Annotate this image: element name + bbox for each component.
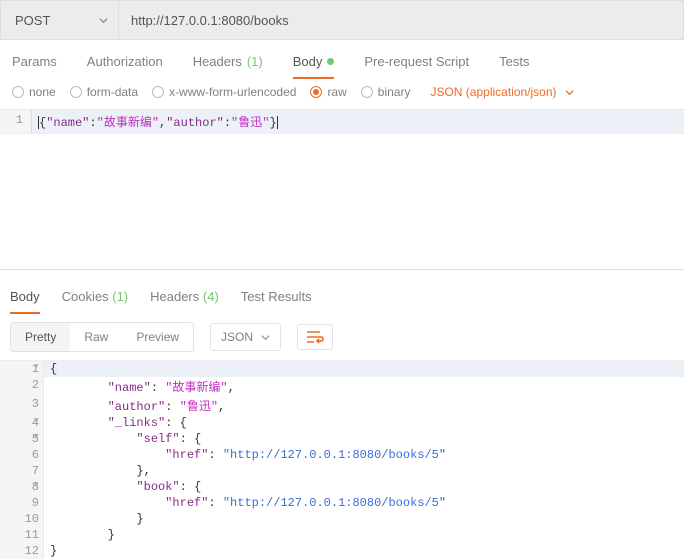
code-content: }, [44,463,684,479]
line-number: 10 [0,511,44,527]
wrap-lines-button[interactable] [297,324,333,350]
view-raw[interactable]: Raw [70,323,122,351]
view-preview[interactable]: Preview [122,323,193,351]
response-line: 12} [0,543,684,559]
chevron-down-icon [99,16,108,25]
response-line: 8▾ "book": { [0,479,684,495]
body-type-row: none form-data x-www-form-urlencoded raw… [0,79,684,109]
request-url-input[interactable]: http://127.0.0.1:8080/books [119,1,683,39]
view-pretty[interactable]: Pretty [11,323,70,351]
format-value: JSON [221,330,253,344]
text-cursor-icon [277,116,278,129]
code-content: {"name":"故事新编","author":"鲁迅"} [32,110,684,133]
code-content: } [44,511,684,527]
chevron-down-icon [261,333,270,342]
http-method-value: POST [15,13,50,28]
response-line: 9 "href": "http://127.0.0.1:8080/books/5… [0,495,684,511]
code-content: } [44,543,684,559]
line-number: 7 [0,463,44,479]
response-line: 5▾ "self": { [0,431,684,447]
line-number: 1 [0,110,32,133]
format-select[interactable]: JSON [210,323,281,351]
response-line: 10 } [0,511,684,527]
tab-headers-label: Headers [193,54,242,69]
line-number: 9 [0,495,44,511]
line-number: 8▾ [0,479,44,495]
request-tabs: Params Authorization Headers (1) Body Pr… [0,40,684,79]
response-toolbar: Pretty Raw Preview JSON [0,314,684,361]
line-number: 12 [0,543,44,559]
resp-headers-count: (4) [203,289,219,304]
radio-xwww[interactable]: x-www-form-urlencoded [152,85,296,99]
tab-body[interactable]: Body [293,54,335,79]
request-bar: POST http://127.0.0.1:8080/books [0,0,684,40]
editor-line: 1 {"name":"故事新编","author":"鲁迅"} [0,110,684,133]
radio-icon [70,86,82,98]
wrap-icon [306,330,324,344]
tab-prerequest[interactable]: Pre-request Script [364,54,469,69]
code-content: "book": { [44,479,684,495]
cookies-count: (1) [112,289,128,304]
fold-toggle-icon[interactable]: ▾ [34,432,39,442]
fold-toggle-icon[interactable]: ▾ [34,480,39,490]
line-number: 4▾ [0,415,44,431]
chevron-down-icon [565,88,574,97]
tab-authorization[interactable]: Authorization [87,54,163,69]
code-content: "self": { [44,431,684,447]
response-line: 2 "name": "故事新编", [0,377,684,396]
code-content: } [44,527,684,543]
tab-body-label: Body [293,54,323,69]
content-type-label: JSON (application/json) [430,85,556,99]
line-number: 1▾ [0,361,44,377]
http-method-select[interactable]: POST [1,1,119,39]
dot-indicator-icon [327,58,334,65]
response-line: 6 "href": "http://127.0.0.1:8080/books/5… [0,447,684,463]
request-url-value: http://127.0.0.1:8080/books [131,13,289,28]
resp-tab-body[interactable]: Body [10,289,40,314]
editor-empty-area[interactable] [0,133,684,269]
code-content: "author": "鲁迅", [44,396,684,415]
request-body-editor[interactable]: 1 {"name":"故事新编","author":"鲁迅"} [0,109,684,133]
response-tabs: Body Cookies (1) Headers (4) Test Result… [0,277,684,314]
response-line: 4▾ "_links": { [0,415,684,431]
fold-toggle-icon[interactable]: ▾ [34,362,39,372]
response-line: 3 "author": "鲁迅", [0,396,684,415]
tab-headers[interactable]: Headers (1) [193,54,263,69]
resp-tab-test-results[interactable]: Test Results [241,289,312,306]
content-type-select[interactable]: JSON (application/json) [430,85,573,99]
tab-params[interactable]: Params [12,54,57,69]
response-line: 7 }, [0,463,684,479]
tab-tests[interactable]: Tests [499,54,529,69]
response-body-viewer[interactable]: 1▾{2 "name": "故事新编",3 "author": "鲁迅",4▾ … [0,361,684,559]
radio-icon [152,86,164,98]
response-line: 1▾{ [0,361,684,377]
code-content: "name": "故事新编", [44,377,684,396]
resp-tab-cookies[interactable]: Cookies (1) [62,289,128,306]
code-content: { [44,361,684,377]
radio-icon [310,86,322,98]
code-content: "href": "http://127.0.0.1:8080/books/5" [44,495,684,511]
line-number: 3 [0,396,44,415]
view-mode-group: Pretty Raw Preview [10,322,194,352]
resp-tab-headers[interactable]: Headers (4) [150,289,219,306]
radio-form-data[interactable]: form-data [70,85,138,99]
line-number: 5▾ [0,431,44,447]
radio-none[interactable]: none [12,85,56,99]
code-content: "href": "http://127.0.0.1:8080/books/5" [44,447,684,463]
radio-binary[interactable]: binary [361,85,411,99]
line-number: 6 [0,447,44,463]
radio-icon [361,86,373,98]
radio-icon [12,86,24,98]
headers-count: (1) [247,54,263,69]
line-number: 2 [0,377,44,396]
code-content: "_links": { [44,415,684,431]
response-line: 11 } [0,527,684,543]
line-number: 11 [0,527,44,543]
radio-raw[interactable]: raw [310,85,346,99]
fold-toggle-icon[interactable]: ▾ [34,416,39,426]
pane-divider[interactable] [0,269,684,277]
